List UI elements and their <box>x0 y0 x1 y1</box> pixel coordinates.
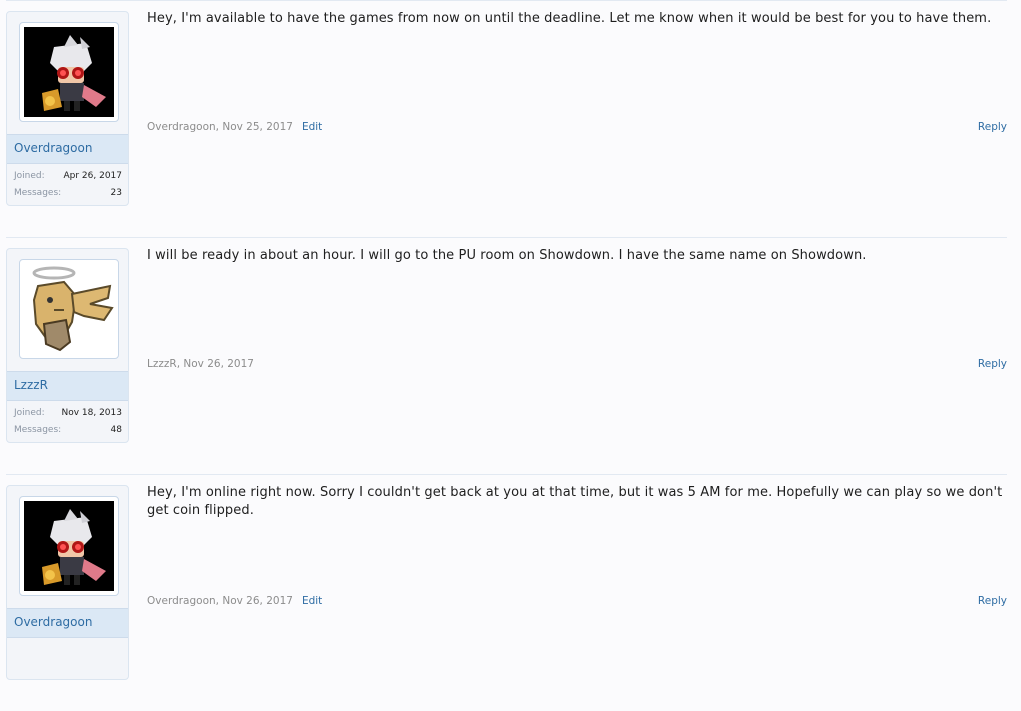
post-date[interactable]: Nov 26, 2017 <box>183 358 254 370</box>
username-bar: LzzzR <box>7 371 128 401</box>
post-divider <box>6 237 1007 238</box>
username-link[interactable]: Overdragoon <box>14 615 92 629</box>
messages-stat: Messages: 23 <box>14 188 122 200</box>
username-link[interactable]: Overdragoon <box>14 141 92 155</box>
messages-value: 23 <box>110 188 122 198</box>
messages-label: Messages: <box>14 188 62 198</box>
post: Overdragoon Joined: Apr 26, 2017 Message… <box>0 0 1021 237</box>
post-divider <box>6 0 1007 1</box>
messages-label: Messages: <box>14 425 62 435</box>
post-message: I will be ready in about an hour. I will… <box>147 248 867 263</box>
meta-separator: , <box>176 358 181 370</box>
post-meta: Overdragoon, Nov 25, 2017 Edit <box>147 121 322 133</box>
post: LzzzR Joined: Nov 18, 2013 Messages: 48 … <box>0 237 1021 474</box>
post-meta: LzzzR, Nov 26, 2017 <box>147 358 254 370</box>
user-avatar[interactable] <box>19 496 119 596</box>
username-bar: Overdragoon <box>7 608 128 638</box>
post-date[interactable]: Nov 25, 2017 <box>222 121 293 133</box>
lzzzr-avatar-icon <box>24 264 114 354</box>
post: Overdragoon Hey, I'm online right now. S… <box>0 474 1021 711</box>
messages-value: 48 <box>110 425 122 435</box>
overdragoon-avatar-icon <box>24 27 114 117</box>
post-divider <box>6 474 1007 475</box>
joined-value: Nov 18, 2013 <box>61 408 122 418</box>
post-message: Hey, I'm available to have the games fro… <box>147 11 992 26</box>
joined-label: Joined: <box>14 408 45 418</box>
overdragoon-avatar-icon <box>24 501 114 591</box>
reply-link[interactable]: Reply <box>978 595 1007 607</box>
post-date[interactable]: Nov 26, 2017 <box>222 595 293 607</box>
user-info-block: Overdragoon <box>6 485 129 680</box>
avatar-image <box>24 264 114 354</box>
reply-link[interactable]: Reply <box>978 121 1007 133</box>
username-bar: Overdragoon <box>7 134 128 164</box>
user-avatar[interactable] <box>19 22 119 122</box>
messages-stat: Messages: 48 <box>14 425 122 437</box>
edit-link[interactable]: Edit <box>302 121 322 133</box>
meta-separator: , <box>215 595 219 607</box>
joined-stat: Joined: Apr 26, 2017 <box>14 171 122 183</box>
post-author-link[interactable]: LzzzR <box>147 358 177 370</box>
meta-separator: , <box>215 121 219 133</box>
joined-value: Apr 26, 2017 <box>63 171 122 181</box>
post-message: Hey, I'm online right now. Sorry I could… <box>147 485 1003 518</box>
joined-stat: Joined: Nov 18, 2013 <box>14 408 122 420</box>
user-info-block: Overdragoon Joined: Apr 26, 2017 Message… <box>6 11 129 206</box>
joined-label: Joined: <box>14 171 45 181</box>
post-author-link[interactable]: Overdragoon <box>147 595 216 607</box>
avatar-image <box>24 27 114 117</box>
reply-link[interactable]: Reply <box>978 358 1007 370</box>
edit-link[interactable]: Edit <box>302 595 322 607</box>
post-meta: Overdragoon, Nov 26, 2017 Edit <box>147 595 322 607</box>
avatar-image <box>24 501 114 591</box>
user-avatar[interactable] <box>19 259 119 359</box>
username-link[interactable]: LzzzR <box>14 378 48 392</box>
user-info-block: LzzzR Joined: Nov 18, 2013 Messages: 48 <box>6 248 129 443</box>
post-author-link[interactable]: Overdragoon <box>147 121 216 133</box>
